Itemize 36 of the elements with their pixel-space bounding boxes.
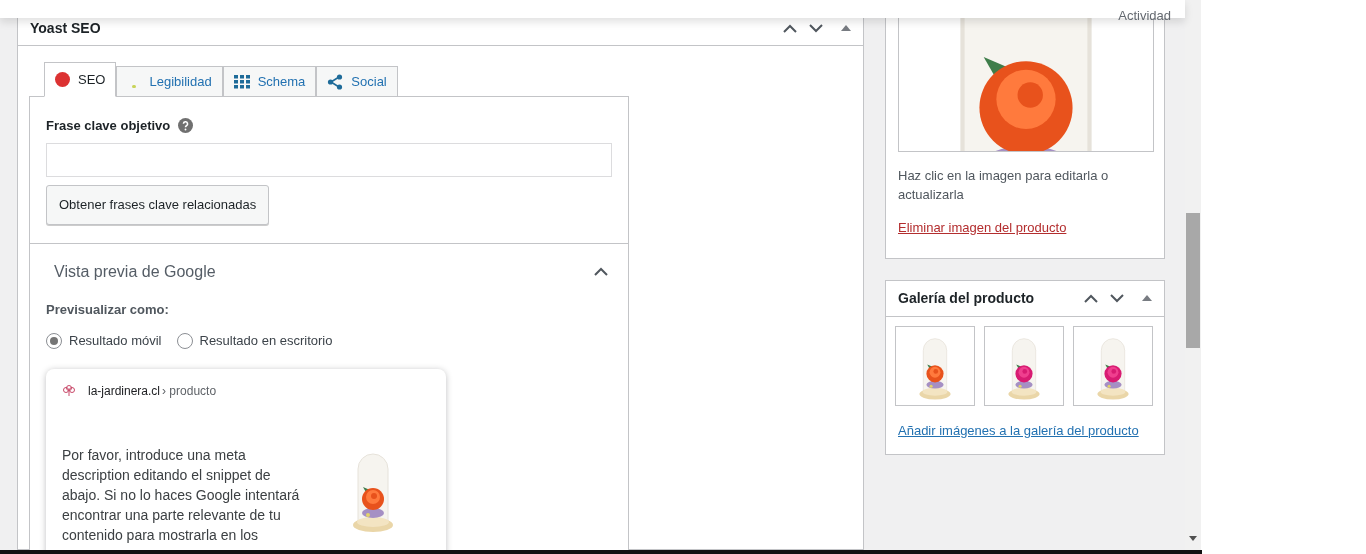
radio-button[interactable] xyxy=(176,332,193,349)
help-icon[interactable] xyxy=(178,118,194,134)
scroll-down-icon[interactable] xyxy=(1189,536,1197,541)
metabox-title: Yoast SEO xyxy=(30,18,101,38)
tab[interactable]: Schema xyxy=(222,66,317,97)
meta-description: Por favor, introduce una meta description editando el snippet de abajo. Si no lo haces Google intentará encontrar una parte relevante de tu contenido para mostrarla en los xyxy=(62,445,301,545)
radio-button[interactable] xyxy=(46,332,62,349)
tab[interactable]: SEO xyxy=(44,62,117,97)
collapse-chevron-icon[interactable] xyxy=(594,267,608,276)
move-up-icon[interactable] xyxy=(1084,293,1098,303)
related-keyphrases-button[interactable]: Obtener frases clave relacionadas xyxy=(46,184,270,225)
breadcrumb: › producto xyxy=(162,382,217,399)
preview-as-label: Previsualizar como: xyxy=(46,300,170,319)
collapse-icon[interactable] xyxy=(1142,295,1152,301)
field-label: Frase clave objetivo xyxy=(46,117,171,135)
panel-title: Galería del producto xyxy=(898,288,1035,308)
flower-logo-icon xyxy=(62,384,76,397)
input-field[interactable] xyxy=(46,142,612,177)
move-down-icon[interactable] xyxy=(809,23,823,33)
move-down-icon[interactable] xyxy=(1110,293,1124,303)
collapse-icon[interactable] xyxy=(841,25,851,31)
site-url: la-jardinera.cl xyxy=(88,382,161,399)
tab[interactable]: Social xyxy=(316,66,398,97)
hint-text: Haz clic en la imagen para editarla o actualizarla xyxy=(898,167,1110,204)
add-gallery-images-link[interactable]: Añadir imágenes a la galería del producto xyxy=(898,420,1139,440)
scrollbar-thumb[interactable] xyxy=(1186,213,1200,348)
radio-label[interactable]: Resultado en escritorio xyxy=(199,331,333,351)
remove-image-link[interactable]: Eliminar imagen del producto xyxy=(898,218,1067,238)
share-icon xyxy=(327,73,344,90)
scrollbar[interactable] xyxy=(1185,0,1201,550)
section-title: Vista previa de Google xyxy=(54,261,216,282)
activity-label[interactable]: Actividad xyxy=(1118,8,1171,24)
tab[interactable]: Legibilidad xyxy=(116,66,223,97)
grid-icon xyxy=(233,74,250,89)
radio-label[interactable]: Resultado móvil xyxy=(69,331,162,351)
move-up-icon[interactable] xyxy=(783,23,797,33)
